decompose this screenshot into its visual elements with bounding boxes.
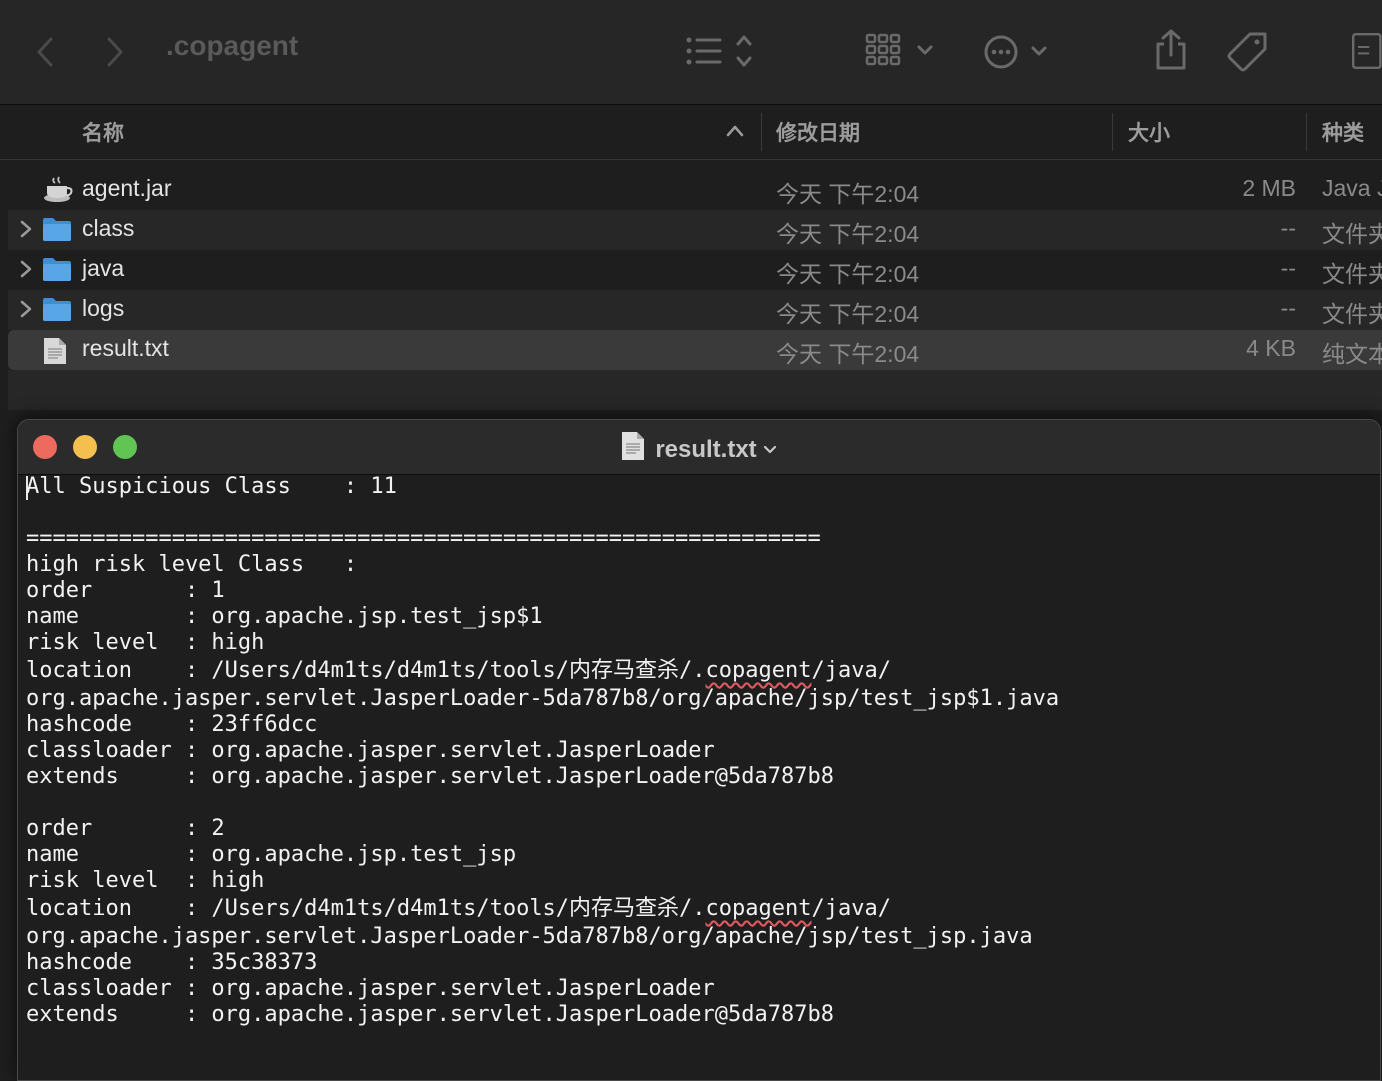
text-line: location : /Users/d4m1ts/d4m1ts/tools/内存… bbox=[26, 658, 891, 683]
file-kind: 文件夹 bbox=[1322, 221, 1382, 247]
file-date: 今天 下午2:04 bbox=[776, 261, 920, 287]
text-line: name : org.apache.jsp.test_jsp bbox=[26, 842, 517, 867]
folder-icon bbox=[43, 218, 71, 241]
file-name: logs bbox=[82, 295, 125, 321]
document-title-text: result.txt bbox=[655, 436, 757, 463]
finder-toolbar: .copagent bbox=[0, 0, 1382, 105]
text-line: ========================================… bbox=[26, 526, 821, 551]
empty-row bbox=[8, 370, 1382, 410]
tag-button[interactable] bbox=[1226, 30, 1270, 74]
folder-icon bbox=[43, 258, 71, 281]
forward-button[interactable] bbox=[100, 34, 130, 70]
textedit-window: result.txt All Suspicious Class : 11 ===… bbox=[17, 419, 1381, 1081]
text-line: risk level : high bbox=[26, 868, 265, 893]
folder-row[interactable]: logs 今天 下午2:04 -- 文件夹 bbox=[8, 290, 1382, 330]
text-line: org.apache.jasper.servlet.JasperLoader-5… bbox=[26, 924, 1033, 949]
document-title[interactable]: result.txt bbox=[18, 431, 1380, 464]
text-line: classloader : org.apache.jasper.servlet.… bbox=[26, 738, 715, 763]
list-view-icon bbox=[686, 35, 752, 67]
disclosure-triangle-icon[interactable] bbox=[20, 220, 32, 238]
java-jar-icon bbox=[44, 176, 73, 202]
more-options-icon bbox=[984, 35, 1047, 69]
chevron-down-icon bbox=[763, 445, 776, 454]
text-line: classloader : org.apache.jasper.servlet.… bbox=[26, 976, 715, 1001]
sort-ascending-icon bbox=[726, 125, 744, 137]
finder-window: .copagent 名称 修改日期 大小 种类 agent.jar 今天 下午2… bbox=[0, 0, 1382, 420]
document-preview-icon bbox=[1352, 33, 1382, 69]
file-row-selected[interactable]: result.txt 今天 下午2:04 4 KB 纯文本 bbox=[8, 330, 1382, 370]
file-name: agent.jar bbox=[82, 175, 172, 201]
text-line: extends : org.apache.jasper.servlet.Jasp… bbox=[26, 1002, 834, 1027]
action-menu-button[interactable] bbox=[982, 30, 1054, 74]
column-divider bbox=[761, 113, 762, 151]
share-button[interactable] bbox=[1150, 28, 1192, 72]
file-row[interactable]: agent.jar 今天 下午2:04 2 MB Java JAR bbox=[8, 170, 1382, 210]
text-line: org.apache.jasper.servlet.JasperLoader-5… bbox=[26, 686, 1060, 711]
text-content-area[interactable]: All Suspicious Class : 11 ==============… bbox=[26, 474, 1376, 1074]
column-kind-header[interactable]: 种类 bbox=[1322, 117, 1364, 147]
text-line: hashcode : 35c38373 bbox=[26, 950, 318, 975]
spelling-error-mark: copagent bbox=[705, 896, 812, 921]
share-icon bbox=[1156, 29, 1186, 70]
file-size: -- bbox=[1280, 295, 1296, 321]
file-size: 2 MB bbox=[1242, 175, 1296, 201]
file-size: -- bbox=[1280, 255, 1296, 281]
list-view-button[interactable] bbox=[684, 32, 758, 72]
folder-row[interactable]: class 今天 下午2:04 -- 文件夹 bbox=[8, 210, 1382, 250]
tag-icon bbox=[1227, 32, 1267, 72]
text-document-icon bbox=[44, 338, 66, 364]
column-size-header[interactable]: 大小 bbox=[1128, 117, 1170, 147]
chevron-left-icon bbox=[37, 37, 53, 67]
chevron-right-icon bbox=[107, 37, 123, 67]
text-line: name : org.apache.jsp.test_jsp$1 bbox=[26, 604, 543, 629]
text-line: order : 2 bbox=[26, 816, 225, 841]
file-date: 今天 下午2:04 bbox=[776, 221, 920, 247]
file-date: 今天 下午2:04 bbox=[776, 341, 920, 367]
text-line: extends : org.apache.jasper.servlet.Jasp… bbox=[26, 764, 834, 789]
text-line: high risk level Class : bbox=[26, 552, 358, 577]
disclosure-triangle-icon[interactable] bbox=[20, 300, 32, 318]
window-title: .copagent bbox=[166, 30, 299, 61]
folder-row[interactable]: java 今天 下午2:04 -- 文件夹 bbox=[8, 250, 1382, 290]
file-kind: 文件夹 bbox=[1322, 261, 1382, 287]
spelling-error-mark: copagent bbox=[705, 658, 812, 683]
file-kind: 纯文本 bbox=[1322, 341, 1382, 367]
file-size: 4 KB bbox=[1246, 335, 1296, 361]
disclosure-triangle-icon[interactable] bbox=[20, 260, 32, 278]
back-button[interactable] bbox=[30, 34, 60, 70]
folder-icon bbox=[43, 298, 71, 321]
file-date: 今天 下午2:04 bbox=[776, 301, 920, 327]
text-line: order : 1 bbox=[26, 578, 225, 603]
column-divider bbox=[1112, 113, 1113, 151]
column-date-header[interactable]: 修改日期 bbox=[776, 117, 860, 147]
file-date: 今天 下午2:04 bbox=[776, 181, 920, 207]
group-view-button[interactable] bbox=[864, 32, 938, 72]
text-line: All Suspicious Class : 11 bbox=[26, 474, 397, 499]
file-size: -- bbox=[1280, 215, 1296, 241]
file-name: result.txt bbox=[82, 335, 169, 361]
file-name: java bbox=[82, 255, 125, 281]
file-name: class bbox=[82, 215, 135, 241]
text-line: hashcode : 23ff6dcc bbox=[26, 712, 318, 737]
text-document-icon bbox=[622, 432, 645, 460]
column-name-header[interactable]: 名称 bbox=[82, 117, 124, 147]
file-kind: Java JAR bbox=[1322, 175, 1382, 201]
column-divider bbox=[1306, 113, 1307, 151]
grid-view-icon bbox=[865, 33, 933, 66]
preview-pane-button[interactable] bbox=[1350, 28, 1382, 74]
file-kind: 文件夹 bbox=[1322, 301, 1382, 327]
column-header: 名称 修改日期 大小 种类 bbox=[0, 105, 1382, 160]
text-line: location : /Users/d4m1ts/d4m1ts/tools/内存… bbox=[26, 896, 891, 921]
editor-titlebar[interactable]: result.txt bbox=[18, 420, 1380, 475]
text-line: risk level : high bbox=[26, 630, 265, 655]
